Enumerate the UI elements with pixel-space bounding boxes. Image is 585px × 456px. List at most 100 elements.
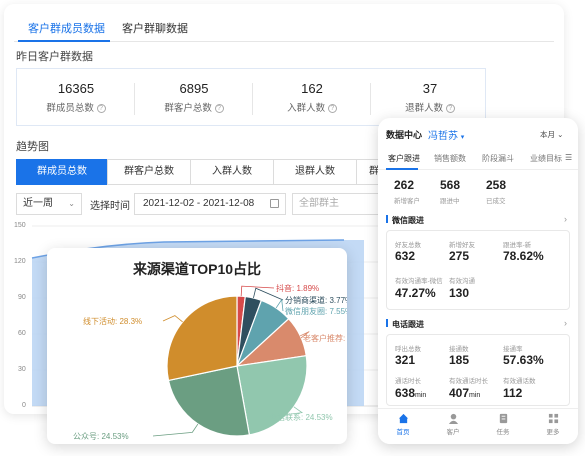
trend-title: 趋势图 [16,141,49,153]
stat-value: 162 [301,81,323,96]
mobile-tab-sales[interactable]: 销售额数 [434,153,466,164]
stat-members: 16365 群成员总数 ? [17,81,135,114]
chevron-down-icon: ⌄ [68,199,75,208]
user-name: 冯哲苏 [428,131,458,142]
metric-label: 跟进率-新 [503,242,532,249]
metric-label: 好友总数 [395,242,421,249]
phone-section-title: 电话跟进 [392,320,424,329]
mobile-tab-underline [386,168,418,170]
wechat-section-title: 微信跟进 [392,216,424,225]
user-select[interactable]: 冯哲苏 ▾ [428,127,464,142]
nav-home[interactable]: 首页 [383,413,423,436]
pie-label: 老客户推荐: 9.43% [303,333,347,343]
mobile-tab-follow[interactable]: 客户跟进 [388,153,420,164]
user-icon [448,413,458,424]
metric-tab-joined[interactable]: 入群人数 [190,159,274,185]
more-icon [548,413,558,424]
help-icon[interactable]: ? [445,103,455,113]
top-stat-value: 262 [394,178,415,192]
metric-value: 638min [395,386,427,400]
pie-label: 公众号: 24.53% [73,432,129,441]
phone-card: 呼出总数 321 接通数 185 接通率 57.63% 通话时长 638min … [386,334,570,406]
stat-value: 37 [422,81,438,96]
mobile-tabs: 客户跟进 销售额数 阶段漏斗 业绩目标 ☰ [378,148,578,170]
metric-value: 185 [449,353,470,367]
owner-select[interactable]: 全部群主 [292,193,392,215]
pie-label: 分销商渠道: 3.77% [285,295,347,305]
tab-bar: 客户群成员数据 客户群聊数据 [14,12,554,42]
metric-value: 130 [449,286,470,300]
top-stat-value: 568 [440,178,461,192]
top-stat-label: 跟进中 [440,198,460,205]
period-select-mobile[interactable]: 本月 ⌄ [540,129,563,140]
date-range-value: 2021-12-02 - 2021-12-08 [143,198,255,209]
menu-icon[interactable]: ☰ [565,153,572,162]
stat-label: 退群人数 [405,103,444,114]
mobile-tab-target[interactable]: 业绩目标 [530,153,562,164]
period-value: 近一周 [23,198,53,209]
top-stat-value: 258 [486,178,507,192]
stat-customers: 6895 群客户总数 ? [135,81,253,114]
metric-label: 新增好友 [449,242,475,249]
chevron-right-icon[interactable]: › [564,318,567,328]
metric-value: 321 [395,353,416,367]
stat-label: 群成员总数 [46,103,94,114]
nav-customer[interactable]: 客户 [433,413,473,436]
owner-placeholder: 全部群主 [299,198,339,209]
chevron-right-icon[interactable]: › [564,214,567,224]
period-select[interactable]: 近一周 ⌄ [16,193,82,215]
metric-label: 呼出总数 [395,346,421,353]
wechat-card: 好友总数 632 新增好友 275 跟进率-新 78.62% 有效沟通率-微信 … [386,230,570,310]
metric-label: 接通数 [449,346,469,353]
metric-value: 57.63% [503,353,544,367]
tab-member-data[interactable]: 客户群成员数据 [28,20,105,36]
pie-label: 抖音: 1.89% [276,283,319,293]
nav-label: 更多 [546,429,560,436]
metric-tab-members[interactable]: 群成员总数 [16,159,108,185]
chevron-down-icon: ⌄ [557,130,564,139]
time-label: 选择时间 [90,201,130,212]
top-stat-label: 已成交 [486,198,506,205]
metric-value: 112 [503,386,523,400]
stat-label: 群客户总数 [164,103,212,114]
task-icon [499,413,507,424]
mobile-bottom-nav: 首页 客户 任务 更多 [378,408,578,444]
metric-value: 78.62% [503,249,544,263]
home-icon [398,413,408,424]
nav-task[interactable]: 任务 [483,413,523,436]
pie-leader-line [152,423,199,437]
metric-label: 有效沟通率-微信 [395,278,443,285]
metric-tab-left[interactable]: 退群人数 [273,159,357,185]
tab-group-chat-data[interactable]: 客户群聊数据 [122,20,188,36]
stat-joined: 162 入群人数 ? [253,81,371,114]
nav-more[interactable]: 更多 [533,413,573,436]
stat-value: 16365 [57,81,95,96]
date-range-input[interactable]: 2021-12-02 - 2021-12-08 [134,193,286,215]
stat-left: 37 退群人数 ? [371,81,489,114]
top-stat-label: 新增客户 [394,198,420,205]
nav-label: 任务 [496,429,510,436]
help-icon[interactable]: ? [96,103,106,113]
metric-value: 47.27% [395,286,436,300]
section-marker [386,215,388,223]
source-pie-card: 来源渠道TOP10占比 抖音: 1.89% 分销商渠道: 3.77% 微信朋友圈: … [47,248,347,444]
metric-tab-customers[interactable]: 群客户总数 [107,159,191,185]
pie-leader-line [162,315,183,323]
mobile-period: 本月 [540,130,555,139]
metric-label: 有效沟通 [449,278,475,285]
metric-label: 有效通话时长 [449,378,488,385]
help-icon[interactable]: ? [327,103,337,113]
yesterday-title: 昨日客户群数据 [16,51,93,63]
stat-label: 入群人数 [287,103,326,114]
pie-leader-line [240,285,275,297]
pie-label: 微信朋友圈: 7.55% [285,306,347,316]
metric-value: 407min [449,386,481,400]
metric-label: 有效通话数 [503,378,536,385]
help-icon[interactable]: ? [214,103,224,113]
metric-label: 通话时长 [395,378,421,385]
calendar-icon [270,199,279,208]
mobile-panel: 数据中心 冯哲苏 ▾ 本月 ⌄ 客户跟进 销售额数 阶段漏斗 业绩目标 ☰ 26… [378,118,578,444]
nav-label: 首页 [396,429,410,436]
mobile-tab-funnel[interactable]: 阶段漏斗 [482,153,514,164]
pie-slice[interactable] [166,295,238,382]
